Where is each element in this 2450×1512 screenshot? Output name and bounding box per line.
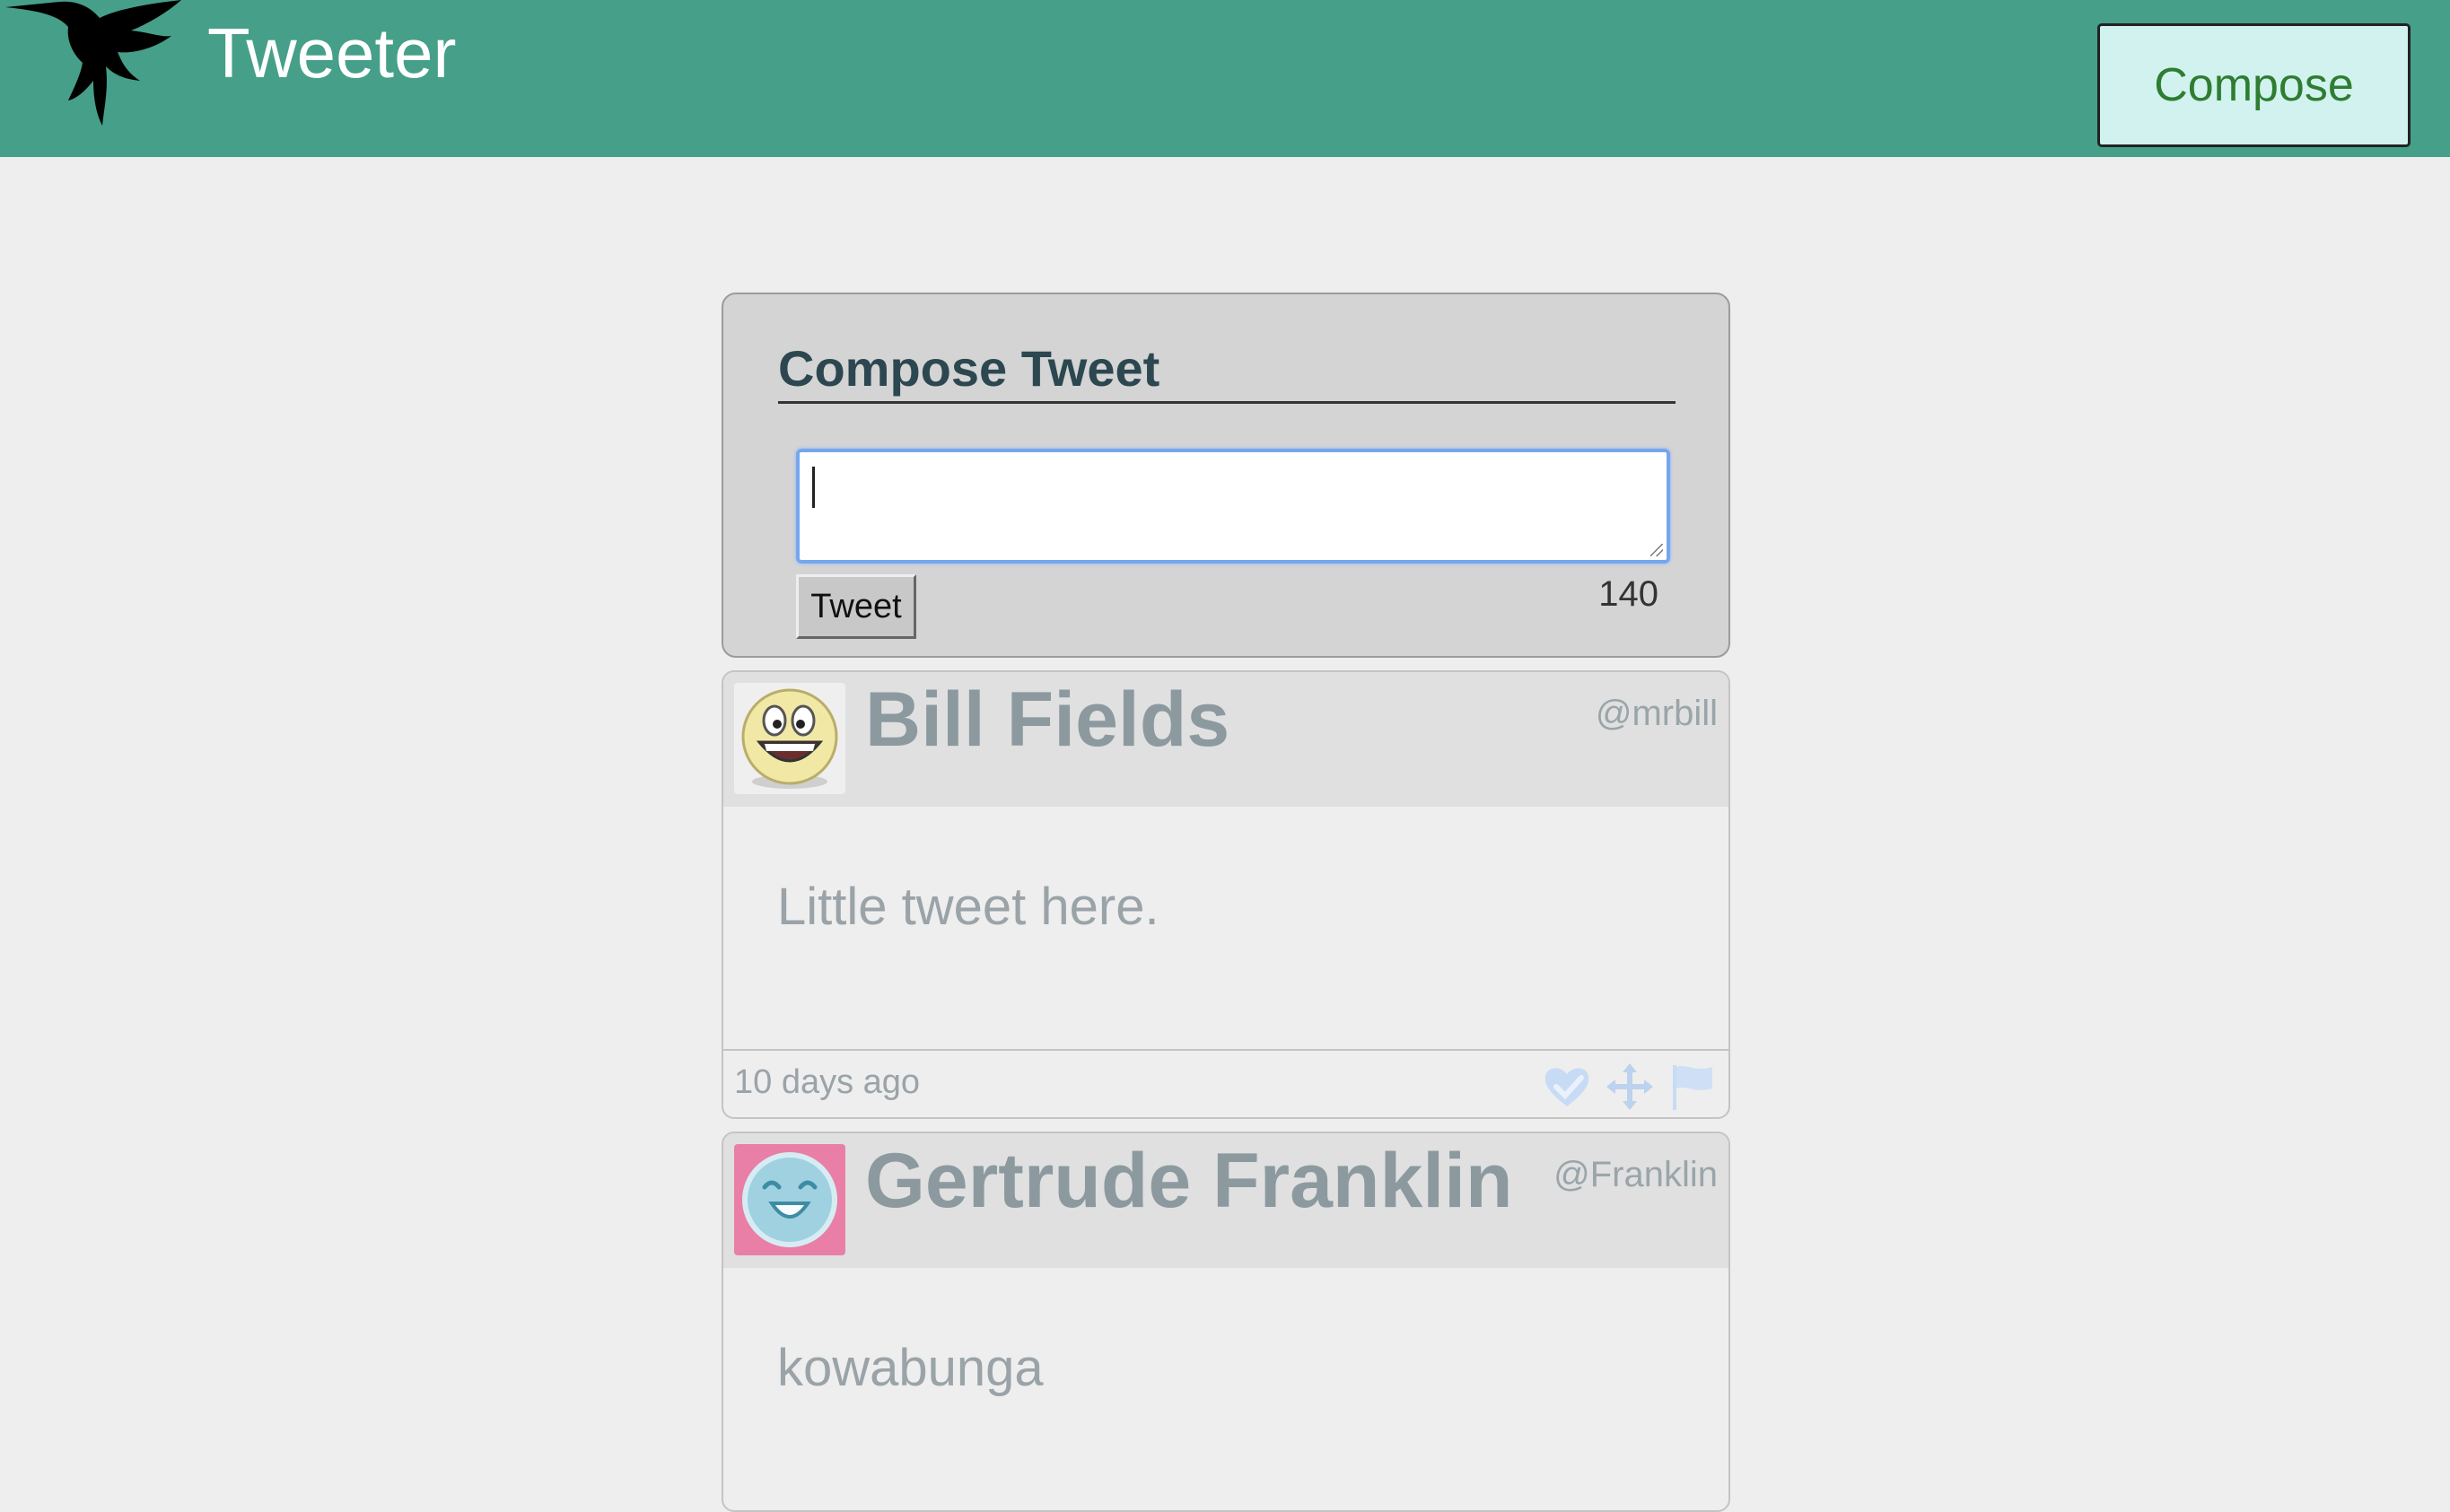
tweet-actions <box>1542 1062 1718 1112</box>
tweet-submit-button[interactable]: Tweet <box>796 574 916 639</box>
app-title[interactable]: Tweeter <box>207 13 456 94</box>
tweet-footer: 10 days ago <box>723 1049 1728 1117</box>
tweet-text: Little tweet here. <box>777 878 1159 936</box>
heart-icon[interactable] <box>1542 1062 1592 1112</box>
tweet-author: Gertrude Franklin <box>865 1138 1513 1224</box>
flag-icon[interactable] <box>1667 1062 1718 1112</box>
tweet-card: Bill Fields @mrbill Little tweet here. 1… <box>722 670 1730 1119</box>
happy-face-avatar-icon <box>734 1144 845 1255</box>
char-counter: 140 <box>1598 574 1658 614</box>
tweet-handle: @Franklin <box>1553 1155 1718 1194</box>
top-navbar: Tweeter Compose <box>0 0 2450 157</box>
main-container: Compose Tweet Tweet 140 Bill Fields @mrb… <box>722 293 1730 1512</box>
compose-toggle-button[interactable]: Compose <box>2097 23 2411 147</box>
tweet-header: Gertrude Franklin @Franklin <box>723 1133 1728 1268</box>
compose-title: Compose Tweet <box>778 339 1676 404</box>
tweet-header: Bill Fields @mrbill <box>723 672 1728 807</box>
tweet-text: kowabunga <box>777 1339 1044 1397</box>
hummingbird-icon[interactable] <box>5 0 185 127</box>
tweet-body: kowabunga <box>723 1268 1728 1510</box>
tweet-handle: @mrbill <box>1595 694 1718 733</box>
compose-panel: Compose Tweet Tweet 140 <box>722 293 1730 658</box>
retweet-icon[interactable] <box>1605 1062 1655 1112</box>
tweet-timestamp: 10 days ago <box>734 1063 921 1101</box>
tweet-card: Gertrude Franklin @Franklin kowabunga <box>722 1132 1730 1512</box>
text-caret <box>812 467 815 508</box>
resize-handle[interactable] <box>1650 544 1663 556</box>
tweet-textarea[interactable] <box>796 449 1670 564</box>
tweet-author: Bill Fields <box>865 677 1230 763</box>
smiley-avatar-icon <box>734 683 845 794</box>
tweet-body: Little tweet here. <box>723 807 1728 1049</box>
